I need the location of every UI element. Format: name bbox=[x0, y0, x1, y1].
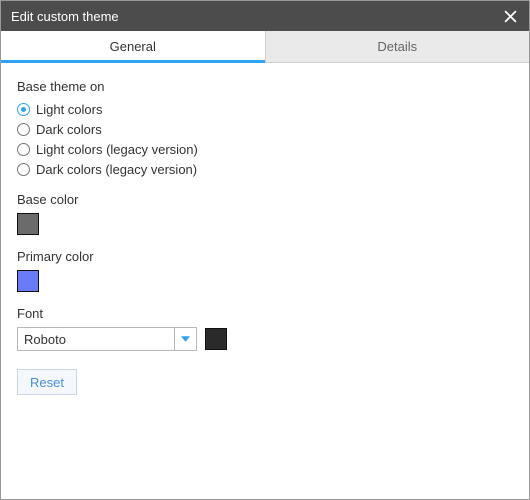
base-theme-radiogroup: Light colors Dark colors Light colors (l… bbox=[17, 100, 513, 178]
radio-icon bbox=[17, 103, 30, 116]
general-panel: Base theme on Light colors Dark colors L… bbox=[1, 63, 529, 499]
tab-details[interactable]: Details bbox=[266, 31, 530, 62]
font-color-swatch[interactable] bbox=[205, 328, 227, 350]
radio-dark-colors-legacy[interactable]: Dark colors (legacy version) bbox=[17, 160, 513, 178]
dialog-title: Edit custom theme bbox=[11, 9, 119, 24]
base-theme-label: Base theme on bbox=[17, 79, 513, 94]
radio-dark-colors[interactable]: Dark colors bbox=[17, 120, 513, 138]
edit-custom-theme-dialog: Edit custom theme General Details Base t… bbox=[0, 0, 530, 500]
radio-light-colors[interactable]: Light colors bbox=[17, 100, 513, 118]
dialog-titlebar: Edit custom theme bbox=[1, 1, 529, 31]
close-icon bbox=[504, 10, 517, 23]
reset-button-label: Reset bbox=[30, 375, 64, 390]
primary-color-swatch[interactable] bbox=[17, 270, 39, 292]
primary-color-label: Primary color bbox=[17, 249, 513, 264]
font-row: Roboto bbox=[17, 327, 513, 351]
tab-general[interactable]: General bbox=[1, 31, 266, 62]
font-select-toggle[interactable] bbox=[174, 328, 196, 350]
radio-label: Light colors bbox=[36, 102, 102, 117]
tab-general-label: General bbox=[110, 39, 156, 54]
chevron-down-icon bbox=[181, 336, 190, 342]
font-select-value: Roboto bbox=[18, 328, 174, 350]
tab-details-label: Details bbox=[377, 39, 417, 54]
tabbar: General Details bbox=[1, 31, 529, 63]
close-button[interactable] bbox=[501, 7, 519, 25]
radio-icon bbox=[17, 143, 30, 156]
radio-icon bbox=[17, 123, 30, 136]
radio-label: Light colors (legacy version) bbox=[36, 142, 198, 157]
base-color-swatch[interactable] bbox=[17, 213, 39, 235]
base-color-label: Base color bbox=[17, 192, 513, 207]
radio-label: Dark colors (legacy version) bbox=[36, 162, 197, 177]
reset-button[interactable]: Reset bbox=[17, 369, 77, 395]
font-label: Font bbox=[17, 306, 513, 321]
font-select[interactable]: Roboto bbox=[17, 327, 197, 351]
radio-light-colors-legacy[interactable]: Light colors (legacy version) bbox=[17, 140, 513, 158]
radio-icon bbox=[17, 163, 30, 176]
radio-label: Dark colors bbox=[36, 122, 102, 137]
